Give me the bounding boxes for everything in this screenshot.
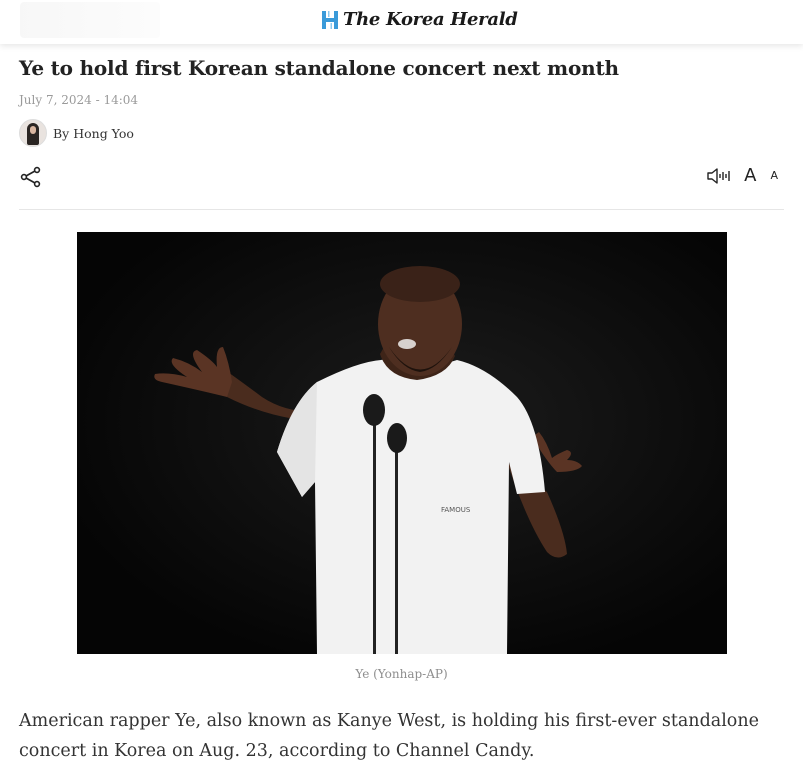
tts-button[interactable]: [706, 166, 730, 186]
article-body-paragraph: American rapper Ye, also known as Kanye …: [19, 711, 759, 761]
share-button[interactable]: [20, 166, 42, 188]
header-divider: [19, 209, 784, 210]
font-size-increase-button[interactable]: A: [744, 165, 756, 186]
performer-illustration: FAMOUS: [77, 232, 727, 654]
article-photo: FAMOUS: [77, 232, 727, 654]
logo-text: The Korea Herald: [343, 9, 518, 30]
korea-herald-logo-icon: [322, 10, 338, 29]
author-avatar: [19, 119, 47, 147]
share-icon: [20, 166, 41, 188]
font-size-decrease-button[interactable]: A: [770, 169, 778, 182]
article-tools: A A: [706, 165, 778, 186]
site-logo[interactable]: The Korea Herald: [321, 9, 518, 30]
byline: By Hong Yoo: [19, 119, 134, 147]
article-date: July 7, 2024 - 14:04: [19, 93, 139, 107]
site-header: The Korea Herald: [0, 0, 803, 44]
author-name[interactable]: By Hong Yoo: [53, 126, 134, 141]
header-left-area: [20, 2, 160, 38]
shirt-print-text: FAMOUS: [441, 506, 471, 514]
speaker-icon: [707, 167, 730, 184]
photo-caption: Ye (Yonhap-AP): [355, 667, 448, 681]
article-headline: Ye to hold first Korean standalone conce…: [19, 56, 619, 80]
